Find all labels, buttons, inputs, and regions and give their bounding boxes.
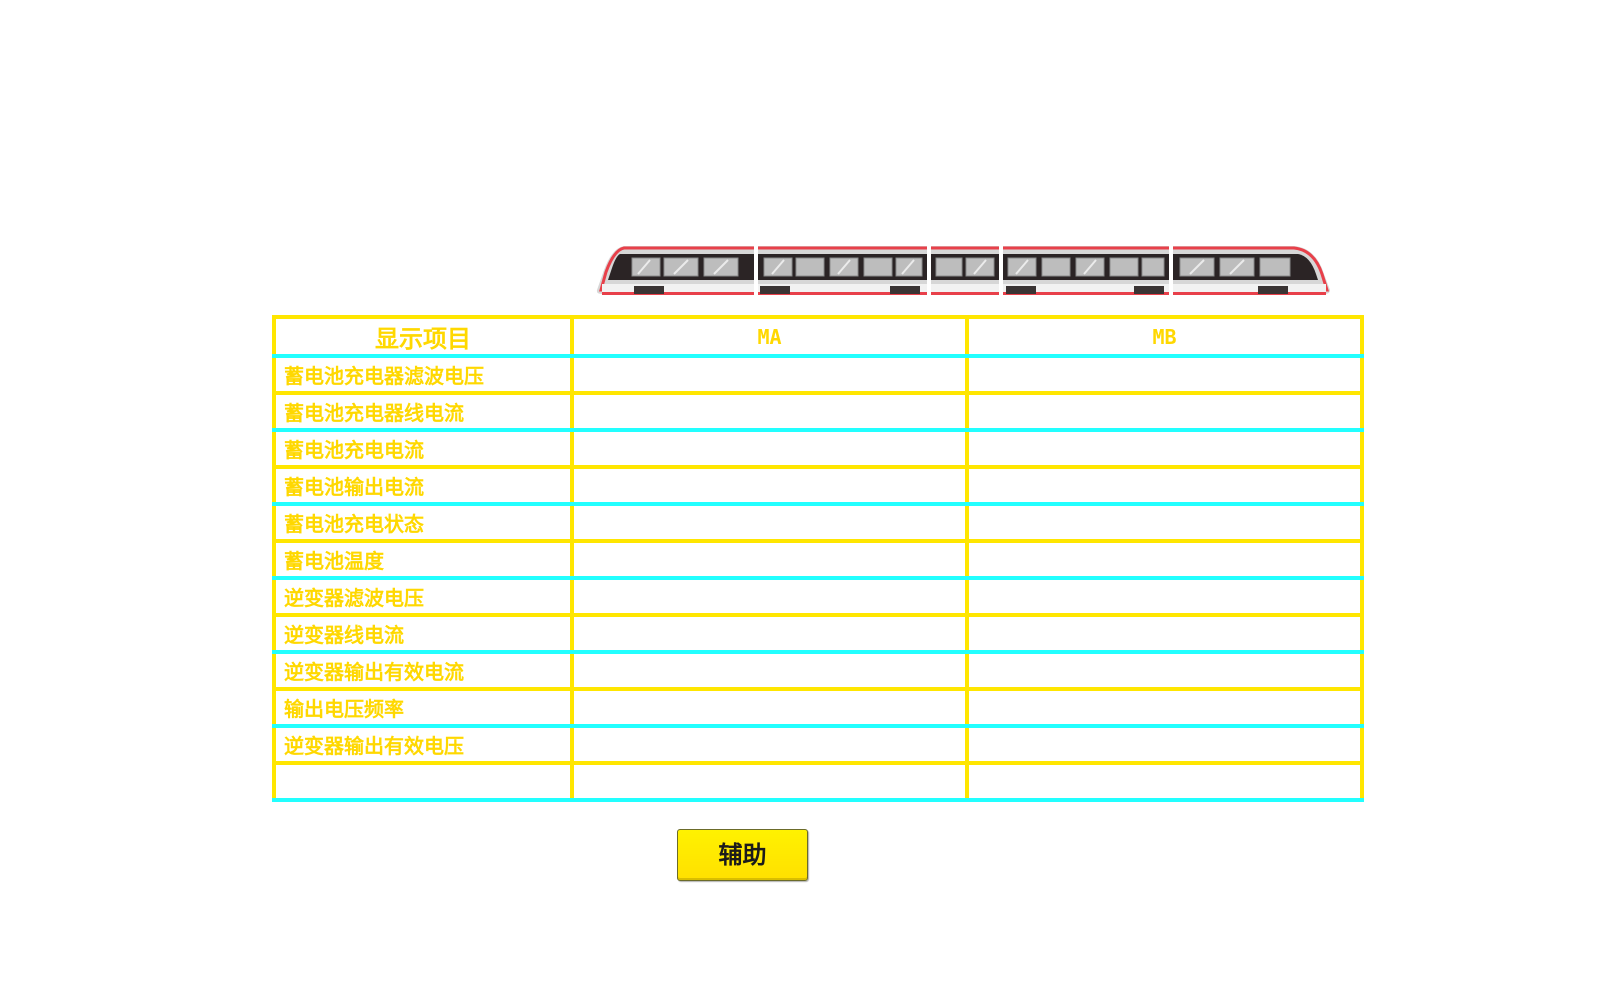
table-row	[272, 761, 1364, 802]
cell-ma	[570, 576, 969, 617]
cell-mb	[965, 428, 1364, 469]
table-row: 蓄电池温度	[272, 539, 1364, 580]
cell-ma	[570, 539, 969, 580]
table-row: 逆变器线电流	[272, 613, 1364, 654]
cell-mb	[965, 650, 1364, 691]
row-label	[272, 761, 574, 802]
cell-mb	[965, 391, 1364, 432]
page: 显示项目 MA MB 蓄电池充电器滤波电压 蓄电池充电器线电流 蓄电池充电电流	[0, 0, 1620, 1000]
data-table: 显示项目 MA MB 蓄电池充电器滤波电压 蓄电池充电器线电流 蓄电池充电电流	[272, 315, 1364, 802]
header-mb: MB	[965, 315, 1364, 358]
cell-mb	[965, 724, 1364, 765]
row-label: 蓄电池充电电流	[272, 428, 574, 469]
cell-ma	[570, 354, 969, 395]
table-row: 蓄电池输出电流	[272, 465, 1364, 506]
row-label: 蓄电池输出电流	[272, 465, 574, 506]
cell-mb	[965, 465, 1364, 506]
train-icon	[596, 246, 1330, 296]
auxiliary-button[interactable]: 辅助	[677, 829, 808, 881]
header-ma: MA	[570, 315, 969, 358]
cell-mb	[965, 761, 1364, 802]
row-label: 蓄电池充电器滤波电压	[272, 354, 574, 395]
row-label: 逆变器滤波电压	[272, 576, 574, 617]
table-row: 蓄电池充电器线电流	[272, 391, 1364, 432]
cell-mb	[965, 576, 1364, 617]
header-display-item: 显示项目	[272, 315, 574, 358]
table-header-row: 显示项目 MA MB	[272, 315, 1364, 358]
cell-ma	[570, 391, 969, 432]
cell-ma	[570, 465, 969, 506]
table-row: 蓄电池充电状态	[272, 502, 1364, 543]
table-row: 逆变器滤波电压	[272, 576, 1364, 617]
cell-mb	[965, 502, 1364, 543]
table-row: 逆变器输出有效电压	[272, 724, 1364, 765]
cell-ma	[570, 761, 969, 802]
cell-ma	[570, 687, 969, 728]
row-label: 逆变器线电流	[272, 613, 574, 654]
table-row: 逆变器输出有效电流	[272, 650, 1364, 691]
row-label: 逆变器输出有效电流	[272, 650, 574, 691]
cell-ma	[570, 724, 969, 765]
cell-mb	[965, 687, 1364, 728]
cell-ma	[570, 428, 969, 469]
cell-mb	[965, 354, 1364, 395]
table-row: 输出电压频率	[272, 687, 1364, 728]
row-label: 输出电压频率	[272, 687, 574, 728]
row-label: 蓄电池充电器线电流	[272, 391, 574, 432]
row-label: 蓄电池温度	[272, 539, 574, 580]
cell-mb	[965, 613, 1364, 654]
row-label: 逆变器输出有效电压	[272, 724, 574, 765]
row-label: 蓄电池充电状态	[272, 502, 574, 543]
cell-ma	[570, 613, 969, 654]
cell-ma	[570, 502, 969, 543]
table-row: 蓄电池充电电流	[272, 428, 1364, 469]
table-row: 蓄电池充电器滤波电压	[272, 354, 1364, 395]
cell-ma	[570, 650, 969, 691]
cell-mb	[965, 539, 1364, 580]
